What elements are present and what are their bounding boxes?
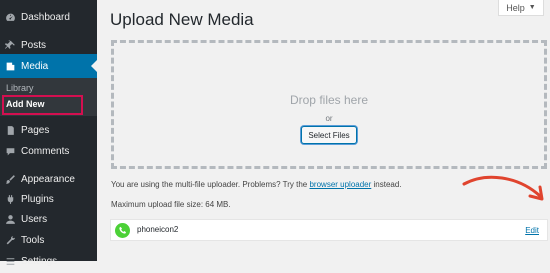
media-icon <box>4 60 16 72</box>
help-label: Help <box>506 2 525 13</box>
sidebar-item-label: Comments <box>21 145 70 157</box>
sidebar-item-settings[interactable]: Settings <box>0 249 97 273</box>
help-button[interactable]: Help ▼ <box>498 0 544 16</box>
drop-files-text: Drop files here <box>289 93 369 107</box>
max-upload-size: Maximum upload file size: 64 MB. <box>111 200 231 209</box>
user-icon <box>4 213 16 225</box>
dashboard-icon <box>4 11 16 23</box>
phone-icon <box>115 223 130 238</box>
page-title: Upload New Media <box>110 10 254 29</box>
sidebar-item-dashboard[interactable]: Dashboard <box>0 5 97 29</box>
sidebar-item-label: Posts <box>21 39 47 51</box>
sidebar-item-label: Media <box>21 60 49 72</box>
sidebar-item-label: Users <box>21 213 48 225</box>
sidebar-item-comments[interactable]: Comments <box>0 139 97 163</box>
sidebar-item-label: Plugins <box>21 193 54 205</box>
uploaded-file-row: phoneicon2 Edit <box>110 219 548 241</box>
upload-dropzone[interactable]: Drop files here or Select Files <box>111 40 547 169</box>
paintbrush-icon <box>4 173 16 185</box>
file-name: phoneicon2 <box>137 225 179 234</box>
admin-sidebar: Dashboard Posts Media Library Add New Pa… <box>0 0 97 267</box>
uploader-info: You are using the multi-file uploader. P… <box>111 180 402 189</box>
edit-link[interactable]: Edit <box>525 226 539 235</box>
add-new-highlight <box>2 95 83 115</box>
pages-icon <box>4 124 16 136</box>
sidebar-item-label: Tools <box>21 234 45 246</box>
plug-icon <box>4 193 16 205</box>
comments-icon <box>4 145 16 157</box>
or-text: or <box>325 114 333 123</box>
settings-icon <box>4 255 16 267</box>
sidebar-item-media[interactable]: Media <box>0 54 97 78</box>
select-files-button[interactable]: Select Files <box>301 126 357 144</box>
pin-icon <box>4 39 16 51</box>
browser-uploader-link[interactable]: browser uploader <box>309 180 371 189</box>
sidebar-item-label: Appearance <box>21 173 75 185</box>
chevron-down-icon: ▼ <box>528 4 536 11</box>
sidebar-item-label: Pages <box>21 124 50 136</box>
active-indicator <box>91 60 97 72</box>
sidebar-item-label: Settings <box>21 255 58 267</box>
uploader-info-text-end: instead. <box>371 180 402 189</box>
annotation-arrow <box>462 175 544 201</box>
sidebar-item-label: Dashboard <box>21 11 70 23</box>
uploader-info-text: You are using the multi-file uploader. P… <box>111 180 310 189</box>
submenu-item-library[interactable]: Library <box>6 83 34 93</box>
wrench-icon <box>4 234 16 246</box>
